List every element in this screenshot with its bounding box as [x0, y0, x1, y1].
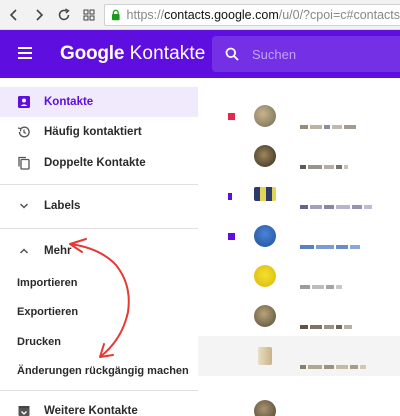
- contact-row[interactable]: [198, 376, 400, 416]
- search-box[interactable]: [212, 36, 400, 72]
- contact-row[interactable]: [198, 176, 400, 216]
- avatar: [254, 265, 276, 287]
- brand-product: Kontakte: [129, 43, 206, 64]
- url-scheme: https://: [126, 8, 165, 22]
- lock-icon: [111, 9, 120, 21]
- forward-icon[interactable]: [28, 4, 50, 26]
- person-icon: [16, 94, 32, 110]
- sidebar-item-label: Mehr: [44, 245, 72, 257]
- avatar: [254, 400, 276, 416]
- contact-name: [300, 316, 354, 329]
- contact-name: [300, 276, 344, 289]
- contact-row[interactable]: [198, 216, 400, 256]
- sidebar-item-weitere-kontakte[interactable]: Weitere Kontakte: [0, 396, 198, 416]
- divider: [0, 228, 198, 229]
- contact-row[interactable]: [198, 136, 400, 176]
- contact-name: [300, 356, 368, 369]
- contact-row[interactable]: [198, 296, 400, 336]
- avatar: [254, 305, 276, 327]
- label-marker: [228, 233, 235, 240]
- contact-name: [300, 236, 362, 249]
- chevron-up-icon: [16, 243, 32, 259]
- contact-name: [300, 196, 374, 209]
- contact-row[interactable]: [198, 256, 400, 296]
- avatar: [254, 105, 276, 127]
- contact-name: [300, 156, 350, 169]
- label-marker: [228, 193, 232, 200]
- brand-google: Google: [60, 43, 125, 64]
- search-icon: [225, 47, 239, 61]
- sidebar-item-label: Doppelte Kontakte: [44, 157, 146, 169]
- search-input[interactable]: [252, 44, 392, 64]
- avatar: [254, 187, 276, 201]
- contact-row[interactable]: [198, 336, 400, 376]
- sidebar-item-label: Kontakte: [44, 96, 94, 108]
- exportieren-link[interactable]: Exportieren: [17, 306, 78, 318]
- history-icon: [16, 124, 32, 140]
- contact-list: [198, 78, 400, 416]
- menu-icon[interactable]: [18, 47, 32, 59]
- copy-icon: [16, 155, 32, 171]
- apps-grid-icon[interactable]: [78, 4, 100, 26]
- reload-icon[interactable]: [53, 4, 75, 26]
- sidebar: Kontakte Häufig kontaktiert Doppelte Kon…: [0, 78, 198, 416]
- chevron-down-icon: [16, 198, 32, 214]
- sidebar-item-kontakte[interactable]: Kontakte: [0, 87, 198, 117]
- browser-toolbar: https://contacts.google.com/u/0/?cpoi=c#…: [0, 0, 400, 30]
- url-path: /u/0/?cpoi=c#contacts: [278, 8, 400, 22]
- importieren-link[interactable]: Importieren: [17, 277, 78, 289]
- divider: [0, 390, 198, 391]
- divider: [0, 184, 198, 185]
- back-icon[interactable]: [3, 4, 25, 26]
- contact-row[interactable]: [198, 96, 400, 136]
- sidebar-item-label: Labels: [44, 200, 81, 212]
- avatar: [254, 225, 276, 247]
- undo-changes-link[interactable]: Änderungen rückgängig machen: [17, 365, 189, 377]
- address-bar[interactable]: https://contacts.google.com/u/0/?cpoi=c#…: [104, 4, 400, 26]
- label-marker: [228, 113, 235, 120]
- drucken-link[interactable]: Drucken: [17, 336, 61, 348]
- sidebar-item-mehr[interactable]: Mehr: [0, 236, 198, 266]
- avatar: [258, 347, 272, 365]
- sidebar-item-label: Weitere Kontakte: [44, 405, 138, 416]
- sidebar-item-labels[interactable]: Labels: [0, 191, 198, 221]
- app-title[interactable]: Google Kontakte: [60, 43, 205, 65]
- avatar: [254, 145, 276, 167]
- sidebar-item-doppelte-kontakte[interactable]: Doppelte Kontakte: [0, 148, 198, 178]
- contact-name: [300, 116, 358, 129]
- sidebar-item-label: Häufig kontaktiert: [44, 126, 142, 138]
- archive-icon: [16, 403, 32, 416]
- url-host: contacts.google.com: [164, 8, 279, 22]
- contact-name: [300, 408, 336, 412]
- sidebar-item-haeufig-kontaktiert[interactable]: Häufig kontaktiert: [0, 117, 198, 147]
